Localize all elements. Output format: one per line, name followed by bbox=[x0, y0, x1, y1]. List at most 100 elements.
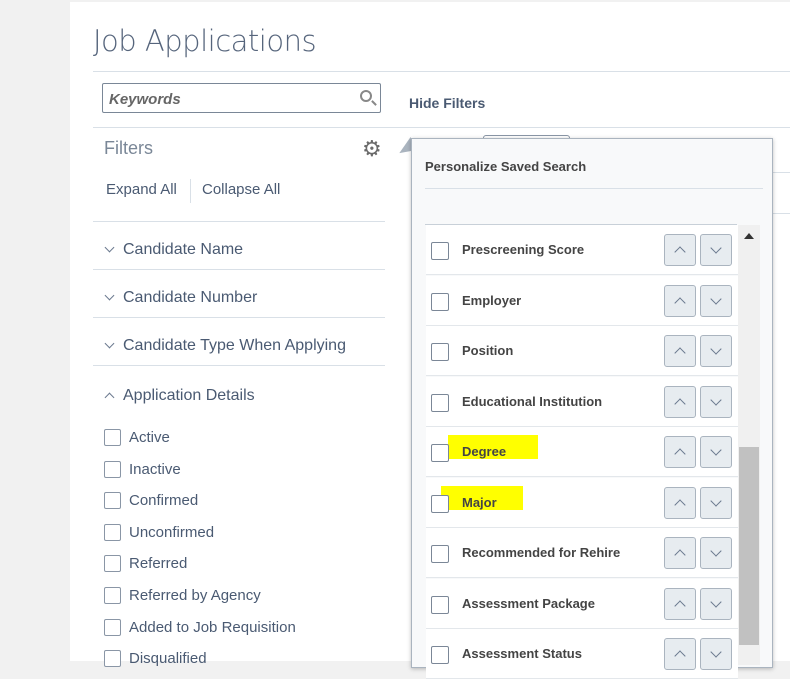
page-title: Job Applications bbox=[93, 24, 317, 58]
scrollbar-thumb[interactable] bbox=[739, 447, 759, 645]
collapse-all-link[interactable]: Collapse All bbox=[202, 181, 280, 198]
filters-heading: Filters bbox=[104, 138, 153, 158]
chevron-up-icon bbox=[674, 296, 686, 309]
search-icon[interactable] bbox=[360, 90, 372, 102]
list-item: Educational Institution bbox=[426, 376, 738, 427]
chevron-up-icon bbox=[674, 448, 686, 460]
section-application-details[interactable]: Application Details bbox=[104, 387, 255, 405]
move-up-button[interactable] bbox=[664, 335, 696, 367]
item-checkbox[interactable] bbox=[431, 393, 449, 412]
keywords-search-input[interactable]: Keywords bbox=[102, 83, 381, 113]
move-down-button[interactable] bbox=[700, 284, 732, 317]
list-item: Assessment Package bbox=[426, 578, 738, 629]
item-checkbox[interactable] bbox=[431, 292, 449, 311]
section-label: Application Details bbox=[123, 387, 255, 404]
section-label: Candidate Number bbox=[123, 289, 258, 306]
checkbox-label: Unconfirmed bbox=[129, 523, 215, 541]
move-down-button[interactable] bbox=[700, 587, 732, 620]
divider bbox=[93, 317, 385, 318]
item-label: Recommended for Rehire bbox=[462, 545, 621, 560]
move-up-button[interactable] bbox=[664, 486, 696, 519]
section-label: Candidate Type When Applying bbox=[123, 337, 346, 354]
list-item: Recommended for Rehire bbox=[426, 528, 738, 578]
move-up-button[interactable] bbox=[664, 284, 696, 317]
item-checkbox[interactable] bbox=[431, 242, 449, 260]
chevron-down-icon bbox=[104, 290, 115, 301]
item-checkbox[interactable] bbox=[431, 343, 449, 361]
checkbox-7[interactable] bbox=[104, 650, 121, 668]
checkbox-label: Referred bbox=[129, 555, 188, 573]
divider bbox=[773, 213, 790, 214]
chevron-up-icon bbox=[674, 246, 686, 258]
list-item: Assessment Status bbox=[426, 629, 738, 679]
chevron-down-icon bbox=[710, 343, 722, 355]
move-up-button[interactable] bbox=[664, 385, 696, 418]
item-checkbox[interactable] bbox=[431, 444, 449, 462]
checkbox-0[interactable] bbox=[104, 429, 121, 446]
checkbox-1[interactable] bbox=[104, 460, 121, 478]
separator bbox=[190, 179, 191, 203]
move-down-button[interactable] bbox=[700, 385, 732, 418]
item-label: Assessment Status bbox=[462, 646, 582, 661]
checkbox-5[interactable] bbox=[104, 587, 121, 604]
chevron-up-icon bbox=[674, 347, 686, 359]
item-label: Position bbox=[462, 343, 514, 358]
divider bbox=[93, 269, 385, 270]
chevron-up-icon bbox=[674, 650, 686, 662]
section-candidate-number[interactable]: Candidate Number bbox=[104, 289, 258, 307]
checkbox-label: Referred by Agency bbox=[129, 587, 261, 604]
checkbox-label: Added to Job Requisition bbox=[129, 618, 296, 636]
hide-filters-link[interactable]: Hide Filters bbox=[409, 95, 485, 111]
list-item: Degree bbox=[426, 427, 738, 477]
move-down-button[interactable] bbox=[700, 638, 732, 670]
item-checkbox[interactable] bbox=[431, 646, 449, 664]
move-up-button[interactable] bbox=[664, 587, 696, 620]
checkbox-label: Confirmed bbox=[129, 492, 199, 510]
popup-title: Personalize Saved Search bbox=[425, 159, 587, 174]
move-down-button[interactable] bbox=[700, 234, 732, 266]
item-label: Educational Institution bbox=[462, 393, 603, 409]
chevron-up-icon bbox=[674, 397, 686, 410]
item-label: Assessment Package bbox=[462, 595, 595, 611]
chevron-down-icon bbox=[104, 338, 115, 349]
item-checkbox[interactable] bbox=[431, 595, 449, 614]
item-checkbox[interactable] bbox=[431, 494, 449, 513]
chevron-down-icon bbox=[710, 545, 722, 557]
checkbox-2[interactable] bbox=[104, 492, 121, 510]
item-label: Major bbox=[462, 494, 497, 510]
checkbox-6[interactable] bbox=[104, 618, 121, 636]
move-down-button[interactable] bbox=[700, 335, 732, 367]
chevron-down-icon bbox=[710, 242, 722, 254]
move-down-button[interactable] bbox=[700, 436, 732, 468]
divider bbox=[93, 127, 790, 128]
personalize-saved-search-popup: Personalize Saved Search Prescreening Sc… bbox=[411, 138, 773, 679]
expand-all-link[interactable]: Expand All bbox=[106, 181, 177, 198]
divider bbox=[93, 365, 385, 366]
scrollbar[interactable] bbox=[738, 225, 760, 665]
chevron-down-icon bbox=[710, 292, 722, 305]
list-item: Prescreening Score bbox=[426, 225, 738, 275]
chevron-down-icon bbox=[710, 646, 722, 658]
checkbox-label: Active bbox=[129, 429, 170, 446]
list-item: Employer bbox=[426, 275, 738, 326]
move-down-button[interactable] bbox=[700, 486, 732, 519]
chevron-up-icon bbox=[104, 392, 115, 403]
item-label: Prescreening Score bbox=[462, 242, 585, 257]
scroll-up-icon[interactable] bbox=[744, 233, 754, 239]
move-up-button[interactable] bbox=[664, 537, 696, 569]
section-candidate-name[interactable]: Candidate Name bbox=[104, 241, 243, 259]
checkbox-4[interactable] bbox=[104, 555, 121, 573]
divider bbox=[93, 221, 385, 222]
search-placeholder: Keywords bbox=[109, 91, 181, 108]
section-candidate-type[interactable]: Candidate Type When Applying bbox=[104, 337, 346, 355]
checkbox-3[interactable] bbox=[104, 523, 121, 541]
chevron-down-icon bbox=[104, 242, 115, 253]
move-up-button[interactable] bbox=[664, 234, 696, 266]
move-down-button[interactable] bbox=[700, 537, 732, 569]
move-up-button[interactable] bbox=[664, 436, 696, 468]
move-up-button[interactable] bbox=[664, 638, 696, 670]
divider bbox=[93, 71, 790, 72]
chevron-up-icon bbox=[674, 599, 686, 612]
item-checkbox[interactable] bbox=[431, 545, 449, 563]
gear-icon[interactable]: ⚙ bbox=[362, 136, 382, 162]
